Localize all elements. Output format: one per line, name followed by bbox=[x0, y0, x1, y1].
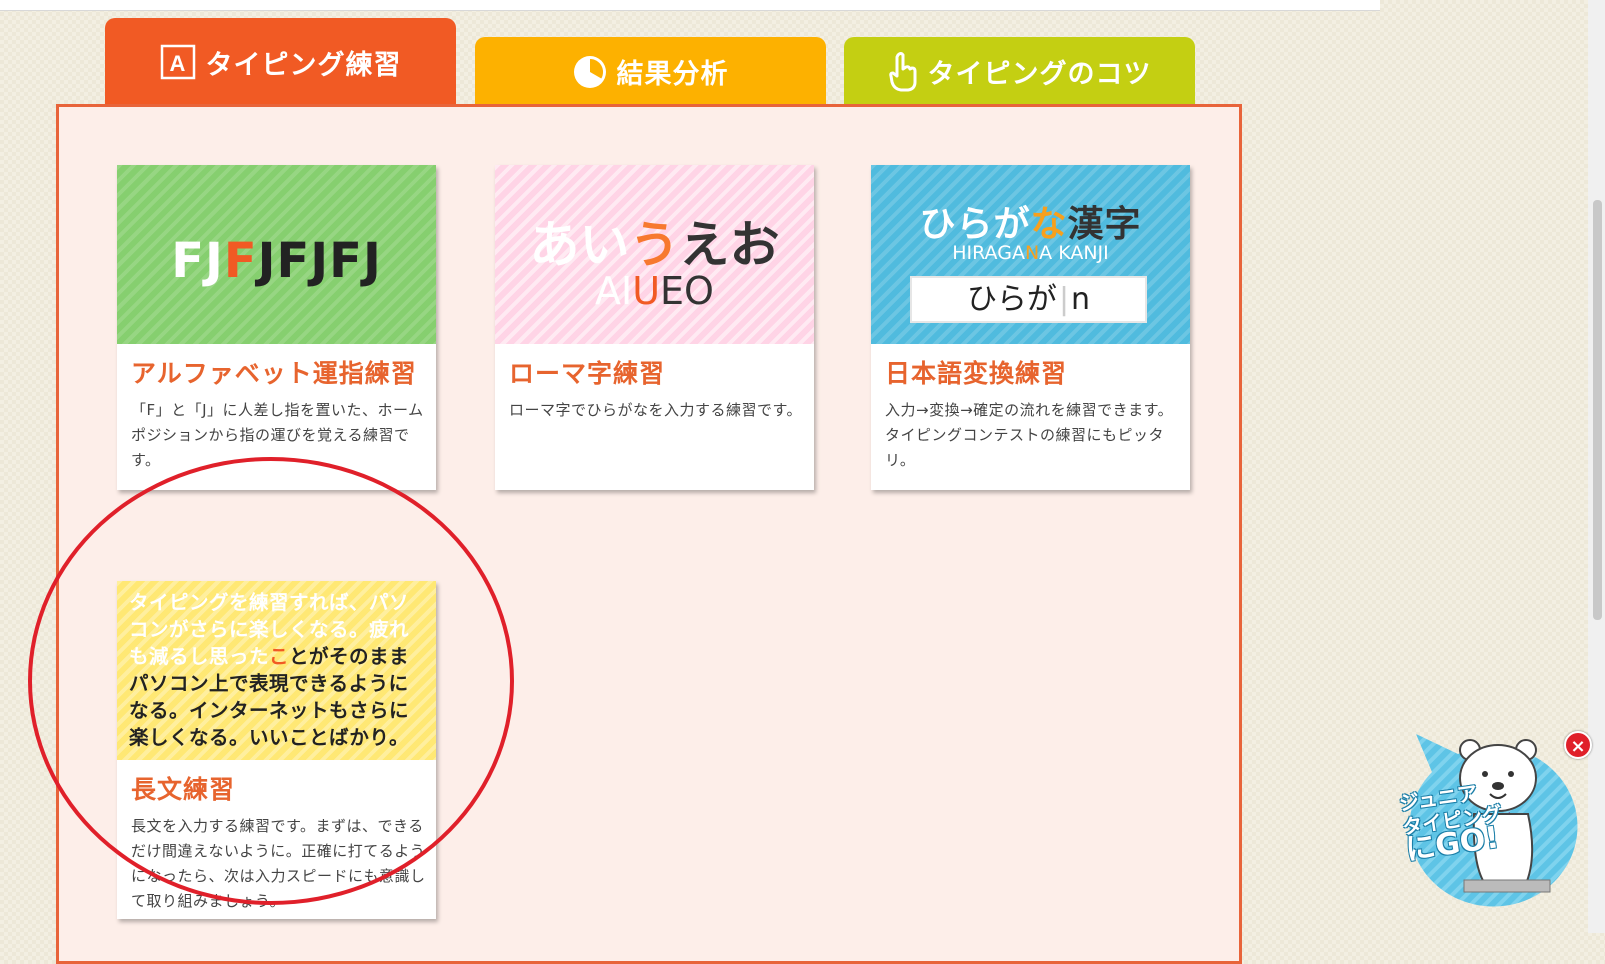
hero-text-aiueo: あいうえお bbox=[529, 216, 780, 274]
card-alphabet-fingering[interactable]: FJFJFJFJ アルファベット運指練習 「F」と「J」に人差し指を置いた、ホー… bbox=[117, 165, 436, 490]
pie-chart-icon bbox=[573, 55, 606, 88]
hero-text-romaji: AIUEO bbox=[595, 269, 714, 313]
hero-sample-input: ひらが|n bbox=[910, 276, 1147, 323]
tab-label: タイピング練習 bbox=[205, 49, 402, 81]
hero-text-hiragana-kanji: ひらがな漢字 bbox=[919, 204, 1142, 245]
tab-label: 結果分析 bbox=[616, 59, 729, 90]
browser-top-bar bbox=[0, 0, 1380, 11]
hero-text-fjfj: FJFJFJFJ bbox=[171, 233, 382, 289]
card-hero-image: あいうえお AIUEO bbox=[495, 165, 814, 344]
tab-results-analysis[interactable]: 結果分析 bbox=[475, 37, 826, 106]
card-japanese-conversion[interactable]: ひらがな漢字 HIRAGANA KANJI ひらが|n 日本語変換練習 入力→変… bbox=[871, 165, 1190, 490]
card-description: ローマ字でひらがなを入力する練習です。 bbox=[509, 401, 803, 419]
svg-text:A: A bbox=[169, 51, 186, 76]
card-romaji-practice[interactable]: あいうえお AIUEO ローマ字練習 ローマ字でひらがなを入力する練習です。 bbox=[495, 165, 814, 490]
tab-typing-practice[interactable]: A タイピング練習 bbox=[105, 18, 456, 106]
badge-close-button[interactable]: × bbox=[1564, 731, 1592, 759]
card-hero-image: FJFJFJFJ bbox=[117, 165, 436, 344]
pointing-hand-icon bbox=[888, 51, 916, 91]
scrollbar-thumb[interactable] bbox=[1593, 200, 1602, 620]
hero-text-romanized: HIRAGANA KANJI bbox=[952, 242, 1109, 264]
card-hero-image: ひらがな漢字 HIRAGANA KANJI ひらが|n bbox=[871, 165, 1190, 344]
card-description: 入力→変換→確定の流れを練習できます。タイピングコンテストの練習にもピッタリ。 bbox=[885, 401, 1174, 469]
letter-a-icon: A bbox=[160, 44, 195, 80]
card-title: 日本語変換練習 bbox=[885, 359, 1068, 388]
card-title: アルファベット運指練習 bbox=[131, 359, 417, 388]
card-title: ローマ字練習 bbox=[509, 359, 666, 388]
highlight-circle-annotation bbox=[28, 457, 514, 905]
tab-typing-tips[interactable]: タイピングのコツ bbox=[844, 37, 1195, 106]
tab-label: タイピングのコツ bbox=[927, 59, 1152, 90]
